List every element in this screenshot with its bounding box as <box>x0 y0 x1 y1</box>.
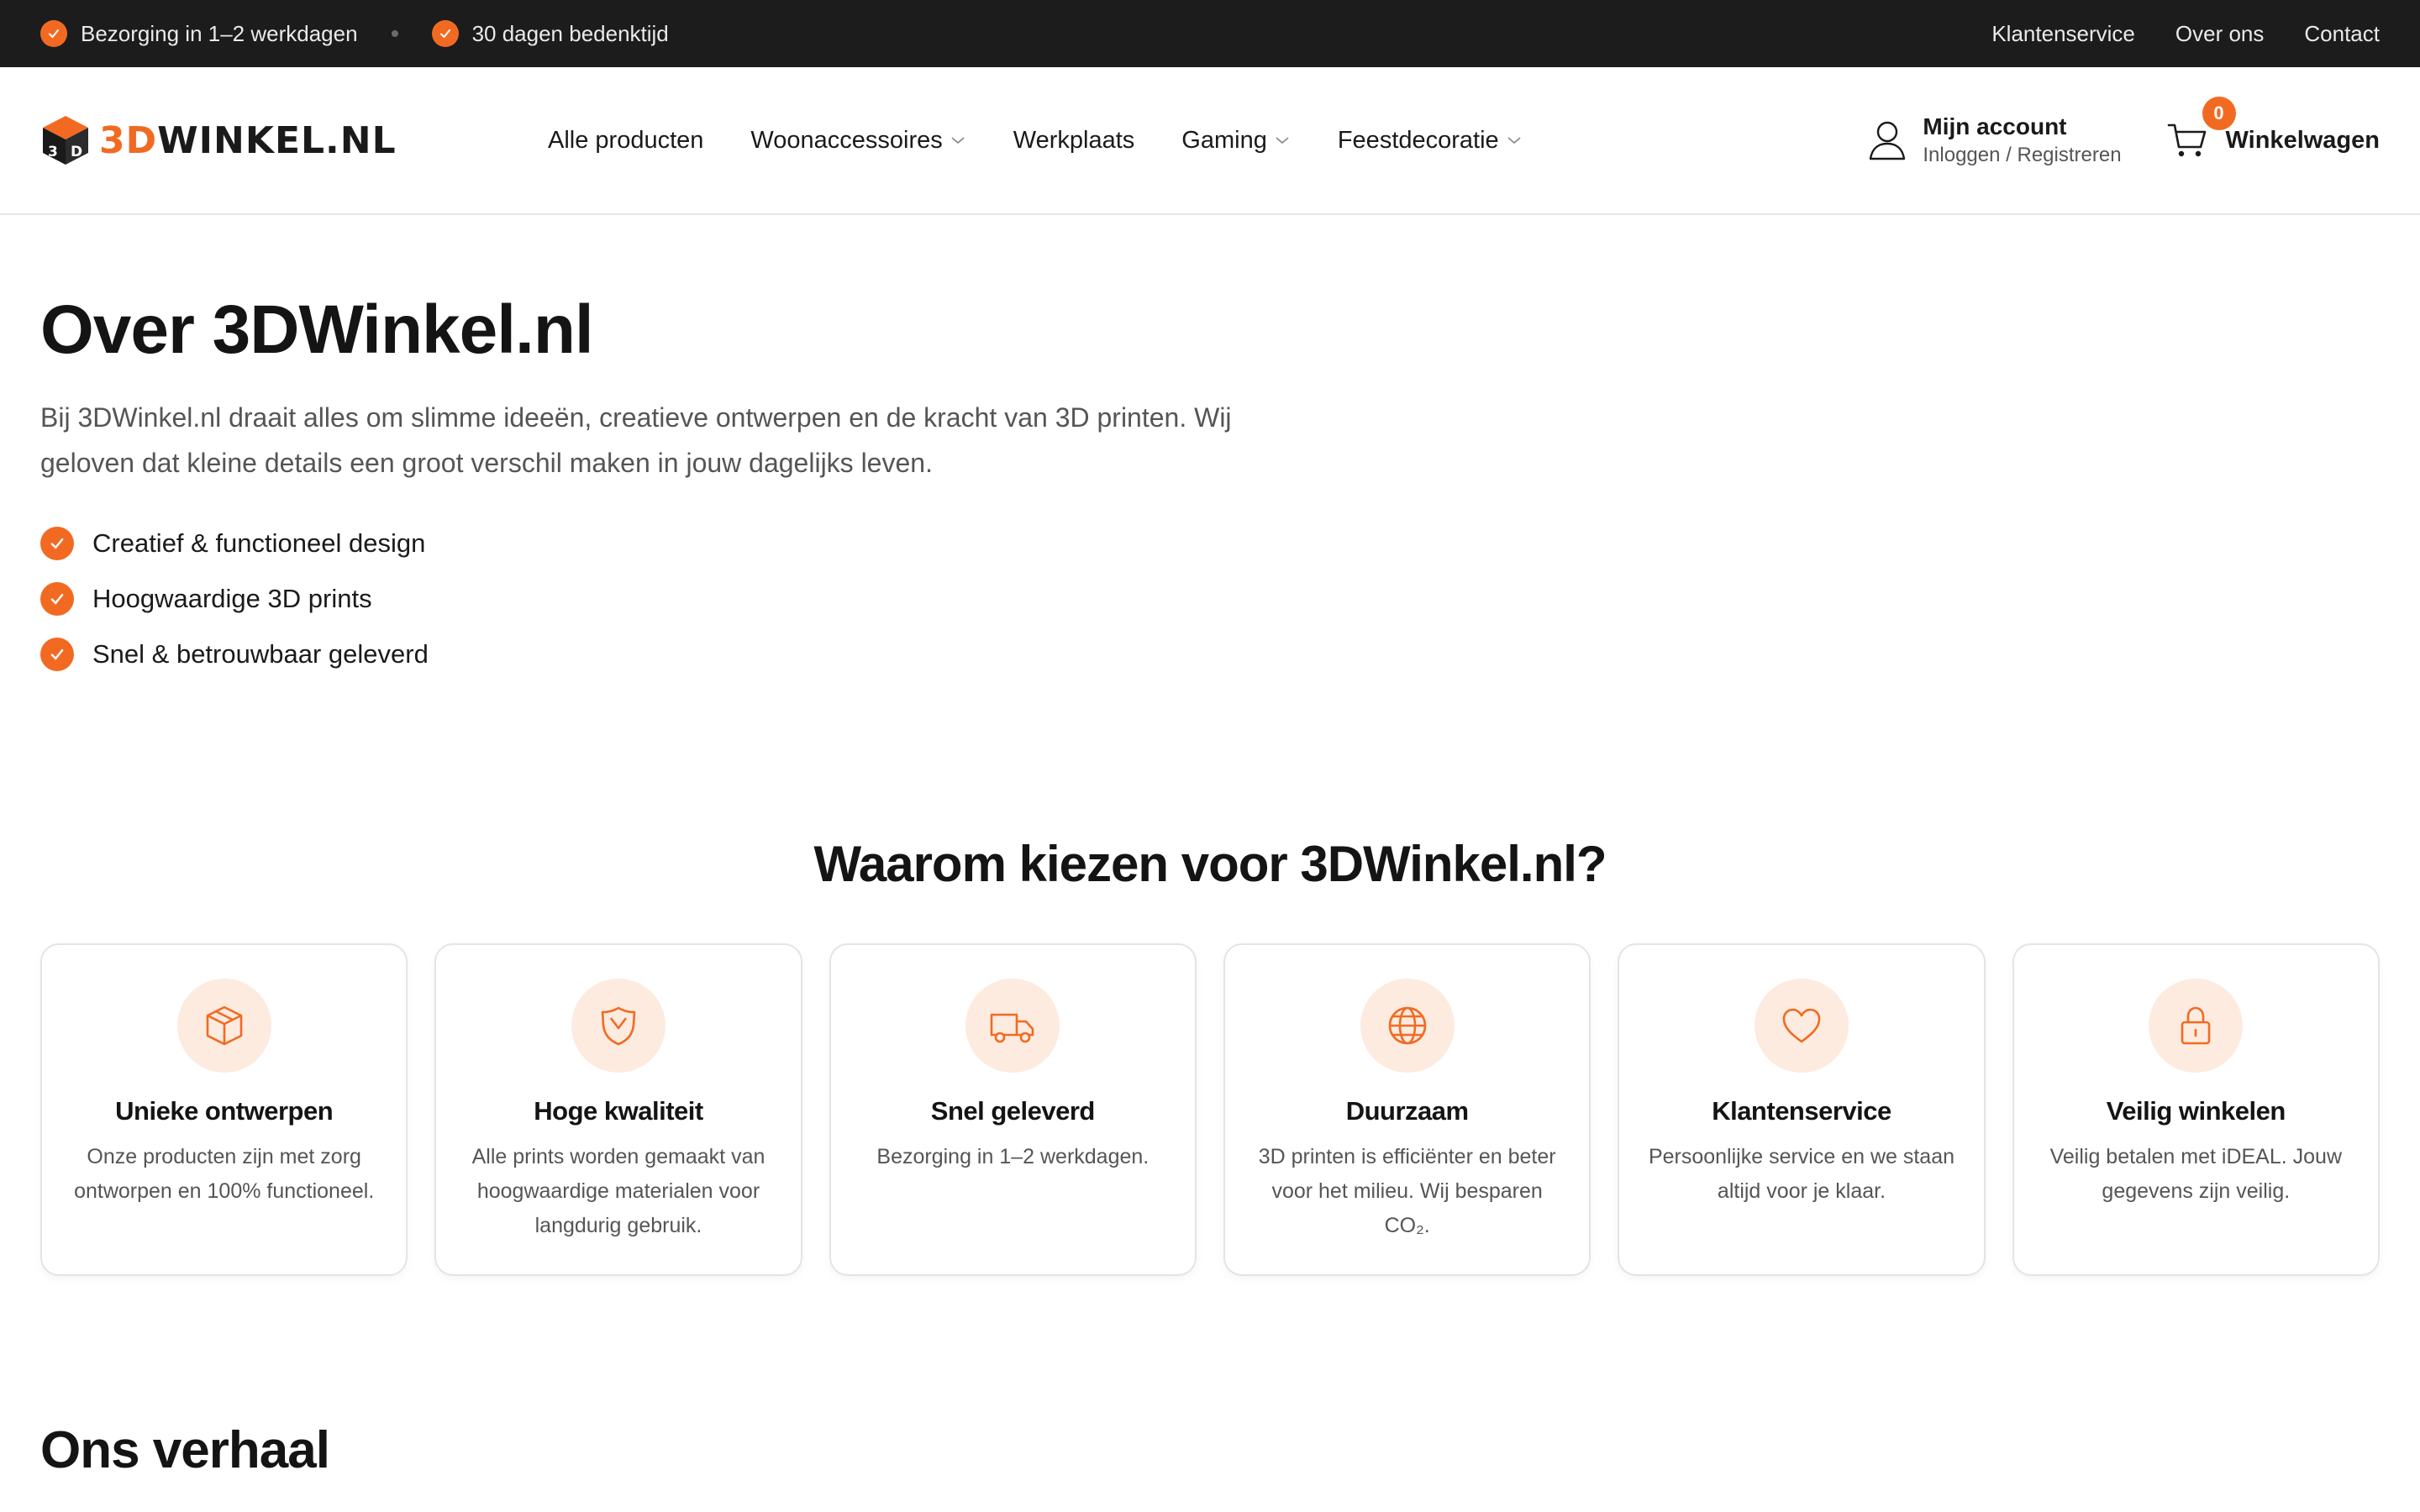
cart-label: Winkelwagen <box>2225 126 2380 154</box>
account-subtitle: Inloggen / Registreren <box>1923 144 2122 166</box>
check-icon <box>40 638 74 671</box>
card-description: Bezorging in 1–2 werkdagen. <box>876 1145 1150 1168</box>
usp-return: 30 dagen bedenktijd <box>431 20 669 47</box>
nav-feestdecoratie[interactable]: Feestdecoratie <box>1338 127 1523 155</box>
feature-label: Creatief & functioneel design <box>92 528 426 558</box>
nav-label: Gaming <box>1181 126 1267 154</box>
feature-card: Hoge kwaliteit Alle prints worden gemaak… <box>434 943 802 1276</box>
top-links: Klantenservice Over ons Contact <box>1991 21 2380 47</box>
feature-card: Veilig winkelen Veilig betalen met iDEAL… <box>2012 943 2380 1276</box>
nav-label: Feestdecoratie <box>1337 126 1499 154</box>
card-description: Veilig betalen met iDEAL. Jouw gegevens … <box>2049 1145 2343 1203</box>
svg-text:3: 3 <box>48 144 58 160</box>
card-title: Snel geleverd <box>930 1096 1096 1126</box>
nav-label: Woonaccessoires <box>750 126 943 154</box>
nav-werkplaats[interactable]: Werkplaats <box>1013 127 1135 155</box>
main-nav: Alle producten Woonaccessoires Werkplaat… <box>548 127 1523 155</box>
hero-intro: Bij 3DWinkel.nl draait alles om slimme i… <box>40 402 1232 478</box>
link-contact[interactable]: Contact <box>2304 21 2380 47</box>
card-description: Persoonlijke service en we staan altijd … <box>1648 1145 1955 1203</box>
link-klantenservice[interactable]: Klantenservice <box>1991 21 2135 47</box>
card-title: Veilig winkelen <box>2106 1096 2286 1126</box>
cart-icon <box>2167 123 2206 157</box>
feature-card: Snel geleverd Bezorging in 1–2 werkdagen… <box>829 943 1197 1276</box>
cart-button[interactable]: 0 Winkelwagen <box>2167 97 2380 159</box>
card-title: Duurzaam <box>1345 1096 1469 1126</box>
user-icon <box>1870 121 1906 160</box>
nav-label: Werkplaats <box>1013 126 1135 154</box>
story-title: Ons verhaal <box>40 1421 330 1479</box>
card-title: Hoge kwaliteit <box>534 1096 703 1126</box>
page-title: Over 3DWinkel.nl <box>40 291 594 368</box>
account-text: Mijn account Inloggen / Registreren <box>1923 113 2121 167</box>
site-logo[interactable]: 3 D 3DWINKEL.NL <box>40 114 548 166</box>
logo-wordmark: 3DWINKEL.NL <box>99 119 397 162</box>
feature-cards: Unieke ontwerpen Onze producten zijn met… <box>0 943 2420 1276</box>
chevron-down-icon <box>951 137 965 144</box>
feature-label: Hoogwaardige 3D prints <box>92 584 372 613</box>
feature-card: Klantenservice Persoonlijke service en w… <box>1618 943 1986 1276</box>
account-title: Mijn account <box>1923 113 2067 139</box>
box-icon <box>176 979 271 1073</box>
section-title: Waarom kiezen voor 3DWinkel.nl? <box>813 836 1607 892</box>
nav-woonaccessoires[interactable]: Woonaccessoires <box>750 127 965 155</box>
feature-label: Snel & betrouwbaar geleverd <box>92 639 429 669</box>
feature-item: Creatief & functioneel design <box>40 516 2380 571</box>
logo-cube-icon: 3 D <box>43 116 88 165</box>
card-description: 3D printen is efficiënter en beter voor … <box>1258 1145 1556 1237</box>
feature-card: Duurzaam 3D printen is efficiënter en be… <box>1223 943 1591 1276</box>
nav-alle-producten[interactable]: Alle producten <box>548 127 703 155</box>
svg-text:D: D <box>71 144 82 160</box>
separator-dot <box>391 30 398 37</box>
logo-text-accent: 3D <box>99 118 158 162</box>
check-icon <box>40 582 74 616</box>
usp-label: 30 dagen bedenktijd <box>471 20 669 46</box>
chevron-down-icon <box>1507 137 1521 144</box>
card-title: Klantenservice <box>1712 1096 1891 1126</box>
account-link[interactable]: Mijn account Inloggen / Registreren <box>1867 113 2122 167</box>
card-description: Alle prints worden gemaakt van hoogwaard… <box>471 1145 765 1237</box>
feature-item: Hoogwaardige 3D prints <box>40 571 2380 627</box>
usp-list: Bezorging in 1–2 werkdagen 30 dagen bede… <box>40 20 669 47</box>
about-hero: Over 3DWinkel.nl Bij 3DWinkel.nl draait … <box>0 215 2420 682</box>
truck-icon <box>965 979 1060 1073</box>
feature-item: Snel & betrouwbaar geleverd <box>40 627 2380 682</box>
usp-label: Bezorging in 1–2 werkdagen <box>81 20 358 46</box>
check-icon <box>40 527 74 560</box>
nav-label: Alle producten <box>548 126 704 154</box>
header-actions: Mijn account Inloggen / Registreren 0 Wi… <box>1867 97 2380 167</box>
check-icon <box>431 20 459 47</box>
logo-text-main: WINKEL.NL <box>157 118 397 162</box>
cart-count-badge: 0 <box>2202 97 2236 130</box>
story-section: Ons verhaal <box>0 1276 2420 1480</box>
heart-icon <box>1754 979 1849 1073</box>
site-header: 3 D 3DWINKEL.NL Alle producten Woonacces… <box>0 67 2420 215</box>
globe-icon <box>1360 979 1455 1073</box>
card-description: Onze producten zijn met zorg ontworpen e… <box>74 1145 375 1203</box>
card-title: Unieke ontwerpen <box>115 1096 334 1126</box>
feature-list: Creatief & functioneel design Hoogwaardi… <box>40 516 2380 682</box>
feature-card: Unieke ontwerpen Onze producten zijn met… <box>40 943 408 1276</box>
shield-icon <box>571 979 666 1073</box>
usp-delivery: Bezorging in 1–2 werkdagen <box>40 20 358 47</box>
lock-icon <box>2149 979 2244 1073</box>
why-section: Waarom kiezen voor 3DWinkel.nl? Unieke o… <box>0 682 2420 1276</box>
link-over-ons[interactable]: Over ons <box>2175 21 2265 47</box>
top-bar: Bezorging in 1–2 werkdagen 30 dagen bede… <box>0 0 2420 67</box>
check-icon <box>40 20 67 47</box>
nav-gaming[interactable]: Gaming <box>1181 127 1291 155</box>
chevron-down-icon <box>1276 137 1289 144</box>
